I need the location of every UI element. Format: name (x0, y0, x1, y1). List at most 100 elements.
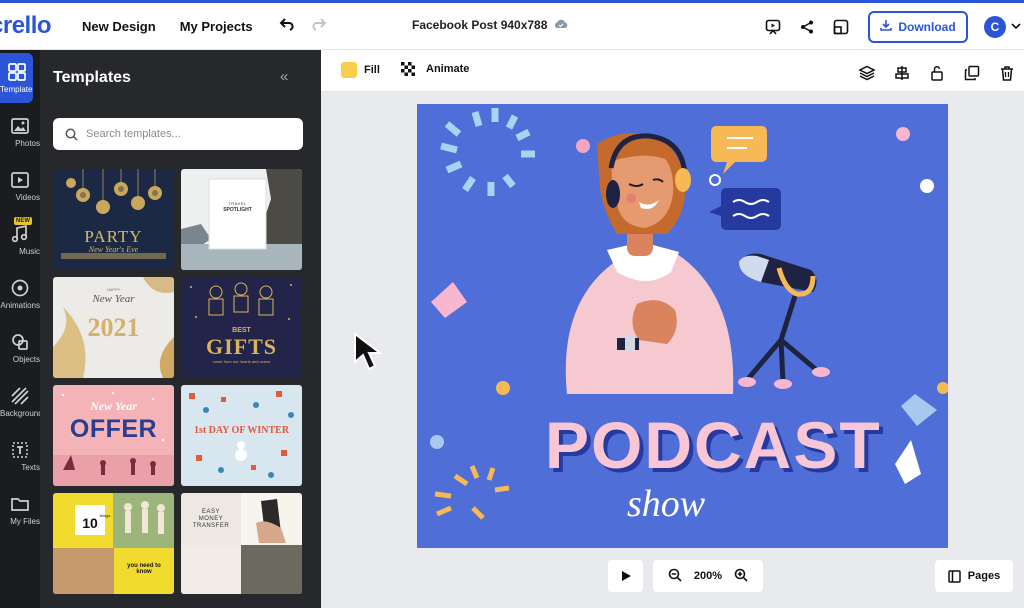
undo-icon[interactable] (279, 17, 297, 36)
avatar[interactable]: C (984, 15, 1006, 38)
animate-button[interactable]: Animate (401, 62, 469, 76)
search-icon (65, 128, 78, 141)
burst-decoration (440, 108, 535, 196)
templates-panel: Templates « PARTY New Year's Eve (40, 50, 321, 608)
template-line2: OFFER (69, 415, 158, 443)
sidebar-item-label: Backgrounds (0, 409, 40, 418)
play-button[interactable] (608, 560, 643, 592)
design-canvas[interactable]: PODCAST PODCAST show (417, 104, 948, 548)
video-icon (11, 172, 29, 188)
template-line3: come from our hearts and ovens (212, 359, 271, 364)
share-icon[interactable] (790, 10, 824, 44)
template-line1: 1st DAY OF WINTER (193, 425, 290, 436)
trash-icon[interactable] (989, 56, 1024, 90)
search-box[interactable] (53, 118, 303, 150)
fill-color-swatch (341, 62, 357, 78)
animation-icon (11, 279, 29, 297)
template-line2: SPOTLIGHT (223, 207, 252, 213)
sidebar-item-templates[interactable]: Templates (0, 53, 33, 103)
template-new-year-offer[interactable]: New Year OFFER (53, 385, 174, 486)
sidebar-item-videos[interactable]: Videos (0, 161, 40, 211)
template-line2: MONEY (198, 516, 224, 522)
sidebar-item-label: Animations (0, 301, 40, 310)
zoom-out-icon[interactable] (668, 568, 682, 585)
sidebar-item-label: Music (19, 247, 40, 256)
download-label: Download (898, 19, 956, 34)
person-hand (632, 300, 677, 344)
confetti-dot (430, 435, 444, 449)
search-input[interactable] (86, 128, 286, 140)
zoom-control: 200% (653, 560, 763, 592)
new-design-link[interactable]: New Design (82, 19, 156, 34)
canvas-workspace: PODCAST PODCAST show 200% Pages (321, 92, 1024, 608)
template-party[interactable]: PARTY New Year's Eve (53, 169, 174, 270)
headphone-ear (606, 180, 620, 208)
sidebar-item-texts[interactable]: Texts (0, 431, 40, 481)
download-icon (880, 19, 893, 34)
template-ten-things[interactable]: 10 things you need to know (53, 493, 174, 594)
sidebar-item-animations[interactable]: Animations (0, 269, 40, 319)
template-new-year-2021[interactable]: HAPPY New Year 2021 (53, 277, 174, 378)
template-line2: GIFTS (205, 334, 278, 359)
animate-label: Animate (426, 63, 470, 75)
template-line1: EASY (201, 509, 220, 515)
podcast-illustration: PODCAST PODCAST show (430, 108, 948, 525)
sidebar-item-music[interactable]: NEW Music (0, 215, 40, 265)
document-name[interactable]: Facebook Post 940x788 (412, 18, 568, 32)
document-title: Facebook Post 940x788 (412, 18, 548, 32)
burst-decoration-bottom (434, 465, 510, 520)
crello-logo[interactable]: crello (0, 12, 58, 40)
template-easy-money-transfer[interactable]: EASY MONEY TRANSFER (181, 493, 302, 594)
resize-icon[interactable] (824, 10, 858, 44)
template-first-day-of-winter[interactable]: 1st DAY OF WINTER (181, 385, 302, 486)
fill-button[interactable]: Fill (341, 62, 380, 78)
present-icon[interactable] (756, 10, 790, 44)
speech-bubble-blue (709, 188, 781, 230)
folder-icon (11, 498, 29, 511)
context-toolbar: Fill Animate (321, 50, 1024, 92)
new-badge: NEW (14, 217, 32, 225)
cliff-photo (181, 169, 302, 270)
sidebar-item-photos[interactable]: Photos (0, 107, 40, 157)
pages-button[interactable]: Pages (935, 560, 1013, 592)
sidebar-item-objects[interactable]: Objects (0, 323, 40, 373)
avatar-chevron-icon[interactable] (1010, 18, 1024, 36)
confetti-dot (896, 127, 910, 141)
my-projects-link[interactable]: My Projects (180, 19, 253, 34)
ornaments-image (61, 169, 166, 259)
confetti-diamond (895, 440, 921, 484)
pages-label: Pages (967, 570, 1001, 582)
template-line1: PARTY (84, 227, 143, 246)
duplicate-icon[interactable] (954, 56, 989, 90)
zoom-in-icon[interactable] (734, 568, 748, 585)
fill-label: Fill (364, 64, 380, 76)
confetti-dot (920, 179, 934, 193)
header-actions: Download C (756, 3, 1024, 50)
align-icon[interactable] (884, 56, 919, 90)
sidebar-item-label: Templates (0, 85, 33, 94)
canvas-subtitle: show (627, 483, 706, 525)
sidebar-item-backgrounds[interactable]: Backgrounds (0, 377, 40, 427)
speech-bubble-orange (711, 126, 767, 174)
play-icon (621, 571, 631, 581)
template-line1: New Year (90, 399, 137, 413)
sidebar-item-my-files[interactable]: My Files (0, 485, 40, 535)
template-best-gifts[interactable]: BEST GIFTS come from our hearts and oven… (181, 277, 302, 378)
canvas-title: PODCAST (545, 408, 882, 482)
redo-icon[interactable] (309, 17, 327, 36)
sidebar-item-label: Objects (12, 355, 40, 364)
sidebar-item-label: Photos (15, 139, 40, 148)
text-icon (12, 442, 28, 458)
template-line1: BEST (232, 327, 251, 334)
unlock-icon[interactable] (919, 56, 954, 90)
collapse-panel-icon[interactable]: « (280, 68, 288, 85)
templates-icon (7, 63, 26, 81)
pages-icon (948, 569, 961, 583)
template-travel-spotlight[interactable]: TRAVEL SPOTLIGHT (181, 169, 302, 270)
mouse-cursor-icon (354, 332, 383, 371)
template-line3: 2021 (87, 313, 140, 342)
layers-icon[interactable] (849, 56, 884, 90)
download-button[interactable]: Download (868, 10, 968, 43)
sidebar-item-label: Texts (21, 463, 40, 472)
mic-stand (745, 295, 821, 383)
